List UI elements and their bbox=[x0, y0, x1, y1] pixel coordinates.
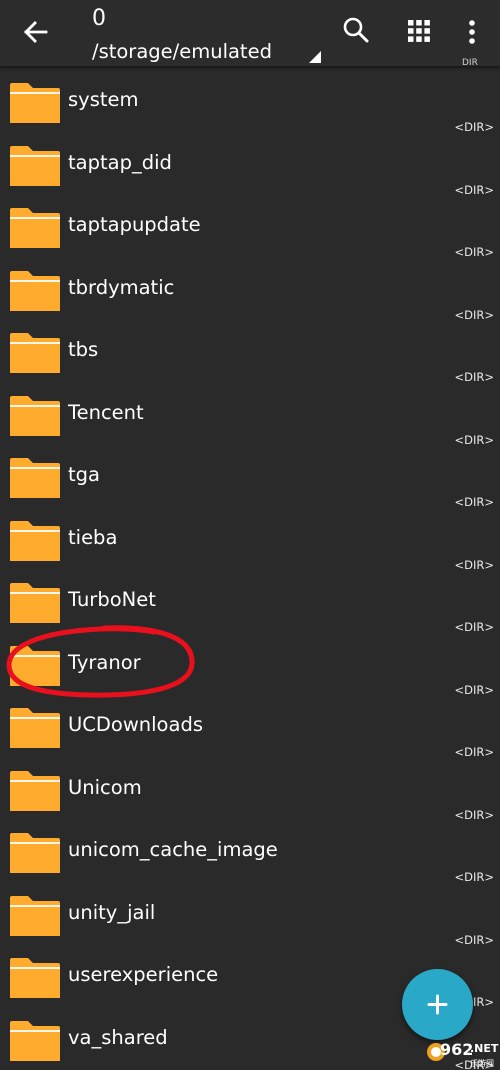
file-row[interactable]: unicom_cache_image <DIR> bbox=[0, 816, 500, 884]
scroll-hint: DIR bbox=[462, 58, 478, 68]
file-manager-app: 0 /storage/emulated DIR system <DIR> tap… bbox=[0, 0, 500, 1070]
folder-icon bbox=[10, 770, 60, 811]
file-name: va_shared bbox=[68, 1025, 168, 1049]
current-path: /storage/emulated bbox=[92, 40, 272, 63]
path-selector[interactable]: 0 /storage/emulated bbox=[92, 4, 324, 64]
file-row[interactable]: tbrdymatic <DIR> bbox=[0, 254, 500, 322]
file-row[interactable]: system <DIR> bbox=[0, 66, 500, 134]
folder-icon bbox=[10, 83, 60, 123]
site-watermark: 962 .NET 乐游网 bbox=[426, 1040, 498, 1068]
watermark-sub: 乐游网 bbox=[470, 1059, 494, 1068]
file-name: userexperience bbox=[68, 963, 219, 986]
dropdown-triangle-icon bbox=[309, 51, 321, 63]
file-name: TurboNet bbox=[68, 588, 156, 611]
folder-icon bbox=[10, 708, 60, 748]
file-row[interactable]: taptapupdate <DIR> bbox=[0, 191, 500, 259]
add-fab-button[interactable] bbox=[402, 969, 473, 1040]
file-row[interactable]: UCDownloads <DIR> bbox=[0, 691, 500, 759]
file-name: tbs bbox=[68, 338, 99, 361]
file-row[interactable]: Tyranor <DIR> bbox=[0, 629, 500, 697]
folder-icon bbox=[10, 583, 60, 623]
file-name: tieba bbox=[68, 525, 118, 549]
file-name: tga bbox=[68, 463, 100, 486]
watermark-text: 962 bbox=[440, 1040, 474, 1059]
folder-icon bbox=[10, 895, 60, 936]
search-icon bbox=[343, 17, 369, 43]
file-name: Tencent bbox=[68, 400, 144, 424]
grid-view-icon bbox=[408, 20, 430, 42]
item-count: 0 bbox=[92, 6, 106, 31]
watermark-net: .NET bbox=[470, 1042, 499, 1055]
plus-icon bbox=[427, 994, 448, 1015]
folder-icon bbox=[10, 520, 60, 561]
arrow-back-icon bbox=[24, 21, 48, 43]
file-name: Tyranor bbox=[68, 650, 141, 674]
folder-icon bbox=[10, 333, 60, 373]
file-name: taptapupdate bbox=[68, 213, 201, 236]
more-vert-icon bbox=[469, 20, 475, 44]
folder-icon bbox=[10, 145, 60, 186]
more-options-button[interactable] bbox=[458, 14, 486, 50]
file-name: unity_jail bbox=[68, 900, 156, 924]
file-name: system bbox=[68, 88, 139, 111]
folder-icon bbox=[10, 833, 60, 873]
search-button[interactable] bbox=[340, 14, 374, 48]
folder-icon bbox=[10, 645, 60, 686]
folder-icon bbox=[10, 270, 60, 311]
file-row[interactable]: tieba <DIR> bbox=[0, 504, 500, 572]
file-row[interactable]: tga <DIR> bbox=[0, 441, 500, 509]
folder-icon bbox=[10, 458, 60, 498]
folder-icon bbox=[10, 395, 60, 436]
file-name: Unicom bbox=[68, 775, 142, 799]
folder-icon bbox=[10, 208, 60, 248]
file-list: system <DIR> taptap_did <DIR> taptapupdate <D… bbox=[0, 66, 500, 1070]
file-row[interactable]: Tencent <DIR> bbox=[0, 379, 500, 447]
file-row[interactable]: Unicom <DIR> bbox=[0, 754, 500, 822]
back-button[interactable] bbox=[16, 14, 56, 50]
file-name: tbrdymatic bbox=[68, 275, 175, 299]
file-name: taptap_did bbox=[68, 150, 172, 174]
file-row[interactable]: unity_jail <DIR> bbox=[0, 879, 500, 947]
folder-icon bbox=[10, 958, 60, 998]
file-name: UCDownloads bbox=[68, 713, 203, 736]
file-row[interactable]: taptap_did <DIR> bbox=[0, 129, 500, 197]
file-row[interactable]: TurboNet <DIR> bbox=[0, 566, 500, 634]
toolbar: 0 /storage/emulated bbox=[0, 0, 500, 66]
file-row[interactable]: tbs <DIR> bbox=[0, 316, 500, 384]
file-name: unicom_cache_image bbox=[68, 838, 278, 861]
folder-icon bbox=[10, 1020, 60, 1061]
grid-view-button[interactable] bbox=[402, 14, 436, 48]
